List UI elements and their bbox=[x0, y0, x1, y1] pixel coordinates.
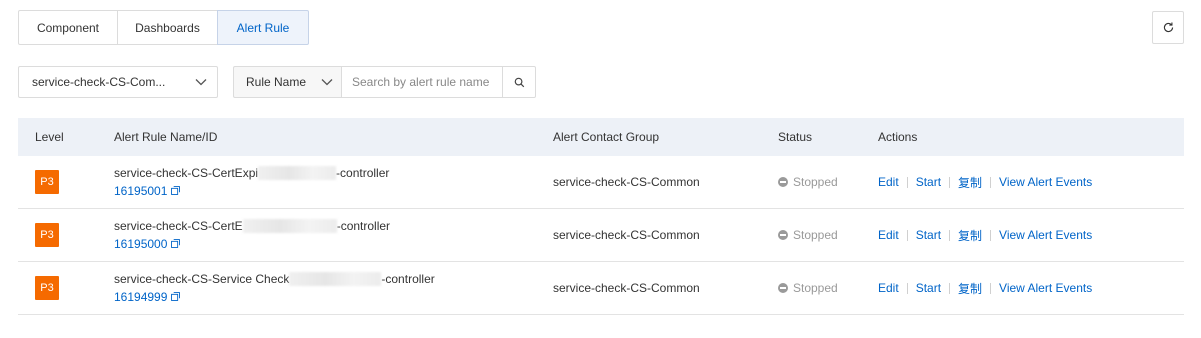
search-field-select[interactable]: Rule Name bbox=[233, 66, 341, 98]
external-link-icon bbox=[171, 186, 181, 195]
start-link[interactable]: Start bbox=[916, 281, 941, 295]
view-alert-events-link[interactable]: View Alert Events bbox=[999, 281, 1092, 295]
stopped-icon bbox=[778, 230, 788, 240]
start-link[interactable]: Start bbox=[916, 228, 941, 242]
stopped-icon bbox=[778, 283, 788, 293]
search-button[interactable] bbox=[503, 66, 536, 98]
redacted-block bbox=[258, 166, 337, 181]
header-level: Level bbox=[35, 130, 64, 144]
refresh-icon bbox=[1163, 22, 1173, 33]
tab-alert-rule[interactable]: Alert Rule bbox=[217, 10, 309, 45]
header-status: Status bbox=[778, 130, 813, 144]
level-badge: P3 bbox=[35, 276, 59, 300]
status-badge: Stopped bbox=[778, 175, 838, 189]
header-name: Alert Rule Name/ID bbox=[114, 130, 218, 144]
table-row: P3 service-check-CS-Service Check -contro… bbox=[18, 262, 1184, 315]
redacted-block bbox=[289, 272, 382, 287]
level-badge: P3 bbox=[35, 223, 59, 247]
stopped-icon bbox=[778, 177, 788, 187]
table-row: P3 service-check-CS-CertE -controller 161… bbox=[18, 209, 1184, 262]
alert-rule-table: Level Alert Rule Name/ID Alert Contact G… bbox=[18, 118, 1184, 315]
status-badge: Stopped bbox=[778, 228, 838, 242]
edit-link[interactable]: Edit bbox=[878, 175, 899, 189]
edit-link[interactable]: Edit bbox=[878, 281, 899, 295]
contact-group: service-check-CS-Common bbox=[553, 175, 700, 189]
table-header: Level Alert Rule Name/ID Alert Contact G… bbox=[18, 118, 1184, 156]
search-group: Rule Name bbox=[233, 66, 536, 98]
redacted-block bbox=[242, 219, 337, 234]
rule-id-link[interactable]: 16194999 bbox=[114, 288, 181, 306]
level-badge: P3 bbox=[35, 170, 59, 194]
header-actions: Actions bbox=[878, 130, 918, 144]
table-row: P3 service-check-CS-CertExpi -controller … bbox=[18, 156, 1184, 209]
rule-name: service-check-CS-CertExpi -controller bbox=[114, 165, 390, 181]
view-alert-events-link[interactable]: View Alert Events bbox=[999, 228, 1092, 242]
copy-link[interactable]: 复制 bbox=[958, 280, 982, 297]
refresh-button[interactable] bbox=[1152, 11, 1184, 44]
tab-dashboards[interactable]: Dashboards bbox=[117, 10, 218, 45]
search-icon bbox=[514, 77, 524, 87]
contact-group: service-check-CS-Common bbox=[553, 281, 700, 295]
tab-component[interactable]: Component bbox=[18, 10, 118, 45]
rule-name: service-check-CS-CertE -controller bbox=[114, 218, 391, 234]
search-input[interactable] bbox=[341, 66, 503, 98]
header-group: Alert Contact Group bbox=[553, 130, 660, 144]
view-alert-events-link[interactable]: View Alert Events bbox=[999, 175, 1092, 189]
rule-id-link[interactable]: 16195001 bbox=[114, 182, 181, 200]
chevron-down-icon bbox=[321, 79, 333, 86]
contact-group: service-check-CS-Common bbox=[553, 228, 700, 242]
application-select[interactable]: service-check-CS-Com... bbox=[18, 66, 218, 98]
start-link[interactable]: Start bbox=[916, 175, 941, 189]
edit-link[interactable]: Edit bbox=[878, 228, 899, 242]
view-tabs: Component Dashboards Alert Rule bbox=[18, 10, 309, 45]
application-select-value: service-check-CS-Com... bbox=[32, 75, 166, 89]
external-link-icon bbox=[171, 292, 181, 301]
chevron-down-icon bbox=[195, 79, 207, 86]
copy-link[interactable]: 复制 bbox=[958, 174, 982, 191]
external-link-icon bbox=[171, 239, 181, 248]
status-badge: Stopped bbox=[778, 281, 838, 295]
search-field-value: Rule Name bbox=[246, 75, 307, 89]
copy-link[interactable]: 复制 bbox=[958, 227, 982, 244]
rule-id-link[interactable]: 16195000 bbox=[114, 235, 181, 253]
rule-name: service-check-CS-Service Check -controlle… bbox=[114, 271, 435, 287]
